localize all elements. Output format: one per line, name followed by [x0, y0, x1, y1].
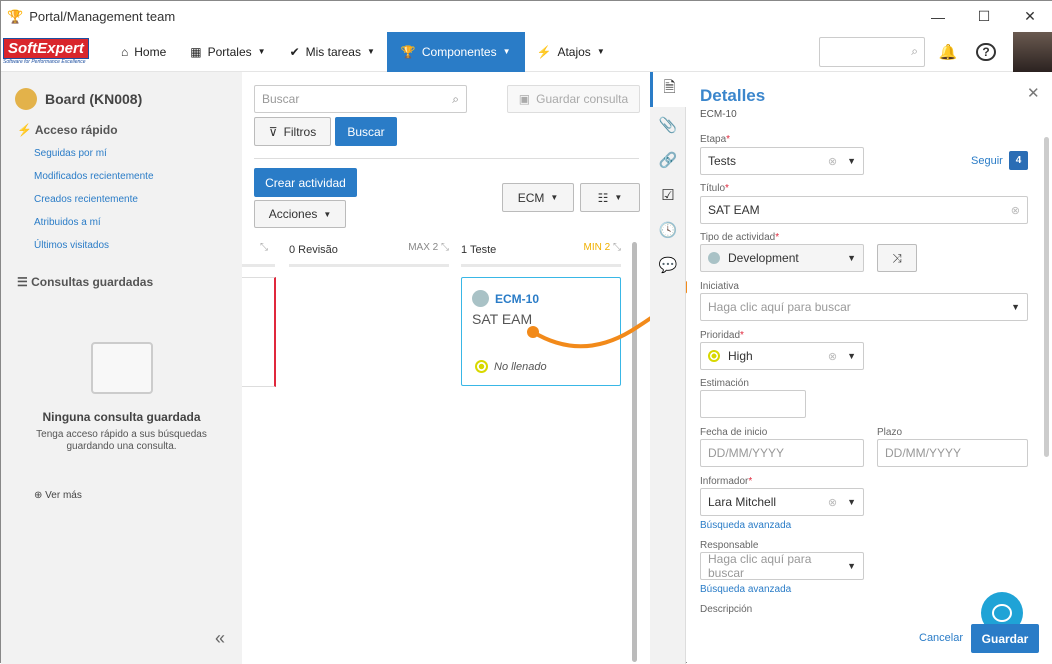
- shuffle-button[interactable]: ⤨: [877, 244, 917, 272]
- bell-icon[interactable]: 🔔: [925, 43, 971, 61]
- deadline-input[interactable]: DD/MM/YYYY: [877, 439, 1028, 467]
- title-input[interactable]: SAT EAM ⊗: [700, 196, 1028, 224]
- comment-tab-icon[interactable]: 💬: [650, 247, 686, 282]
- check-icon: ✔: [289, 44, 300, 59]
- collapse-sidebar-button[interactable]: «: [215, 628, 225, 649]
- filter-lines-icon: ☰: [17, 275, 28, 289]
- filter-icon: ⊽: [268, 124, 278, 139]
- close-icon[interactable]: ✕: [1027, 84, 1040, 102]
- initiative-select[interactable]: Haga clic aquí para buscar ▼: [700, 293, 1028, 321]
- window-title: Portal/Management team: [29, 9, 176, 24]
- link-followed[interactable]: Seguidas por mí: [34, 148, 154, 159]
- cancel-button[interactable]: Cancelar: [919, 632, 963, 644]
- status-dot-icon: [475, 360, 488, 373]
- search-button[interactable]: Buscar: [335, 117, 397, 146]
- attachment-tab-icon[interactable]: 📎: [650, 107, 686, 142]
- responsible-advanced-search[interactable]: Búsqueda avanzada: [700, 584, 791, 595]
- create-activity-button[interactable]: Crear actividad: [254, 168, 357, 197]
- collapse-icon[interactable]: ⤡: [613, 242, 621, 253]
- board-search-input[interactable]: Buscar ⌕: [254, 85, 467, 113]
- nav-home[interactable]: ⌂ Home: [109, 32, 178, 72]
- clock-tab-icon[interactable]: 🕓: [650, 212, 686, 247]
- filters-button[interactable]: ⊽ Filtros: [254, 117, 331, 146]
- save-query-button[interactable]: ▣ Guardar consulta: [507, 85, 640, 113]
- nav-atajos[interactable]: ⚡ Atajos ▼: [525, 32, 617, 72]
- save-button[interactable]: Guardar: [971, 624, 1039, 653]
- details-title: Detalles: [700, 86, 766, 105]
- nav-mis-tareas[interactable]: ✔ Mis tareas ▼: [278, 32, 387, 72]
- save-icon: ▣: [518, 92, 531, 106]
- bolt-icon: ⚡: [536, 44, 552, 59]
- title-bar: 🏆 Portal/Management team — ☐ ✕: [1, 1, 1052, 32]
- minimize-button[interactable]: —: [915, 1, 961, 32]
- avatar[interactable]: [1013, 31, 1052, 72]
- follow-link[interactable]: Seguir: [971, 155, 1003, 167]
- search-input[interactable]: ⌕: [819, 36, 925, 67]
- details-panel: Detalles ✕ ECM-10 Etapa* Tests ⊗ ▼ Seguir …: [687, 72, 1052, 664]
- responsible-select[interactable]: Haga clic aquí para buscar ▼: [700, 552, 864, 580]
- nav-portales[interactable]: ▦ Portales ▼: [178, 32, 277, 72]
- follow-count-badge: 4: [1009, 151, 1028, 170]
- priority-dot-icon: [708, 350, 720, 362]
- board-title: Board (KN008): [45, 91, 143, 107]
- board-area: Buscar ⌕ ▣ Guardar consulta ⊽ Filtros Busca…: [242, 72, 650, 664]
- details-tab-icon[interactable]: 🗎: [650, 72, 686, 107]
- bolt-icon: ⚡: [17, 123, 32, 137]
- details-id: ECM-10: [700, 109, 737, 120]
- link-assigned[interactable]: Atribuidos a mí: [34, 217, 154, 228]
- activity-type-icon: [472, 290, 489, 307]
- column-revisao: 0 Revisão MAX 2 ⤡: [289, 242, 449, 267]
- shuffle-icon: ⤨: [892, 250, 902, 265]
- start-date-input[interactable]: DD/MM/YYYY: [700, 439, 864, 467]
- empty-title: Ninguna consulta guardada: [42, 410, 201, 424]
- trophy-icon: 🏆: [400, 44, 416, 59]
- trophy-icon: 🏆: [7, 8, 24, 24]
- see-more-link[interactable]: ⊕ Ver más: [34, 490, 82, 501]
- grid-icon: ▦: [190, 44, 202, 59]
- stage-select[interactable]: Tests ⊗ ▼: [700, 147, 864, 175]
- help-icon[interactable]: ?: [971, 42, 1001, 61]
- view-options-button[interactable]: ☷ ▼: [580, 183, 640, 212]
- ecm-select[interactable]: ECM ▼: [502, 183, 574, 212]
- empty-text: Tenga acceso rápido a sus búsquedas guar…: [36, 429, 207, 452]
- empty-queries-illustration: [91, 342, 153, 394]
- activity-type-icon: [708, 252, 720, 264]
- checklist-tab-icon[interactable]: ☑: [650, 177, 686, 212]
- close-window-button[interactable]: ✕: [1007, 1, 1052, 32]
- home-icon: ⌂: [121, 44, 129, 59]
- collapse-icon[interactable]: ⤡: [441, 242, 449, 253]
- maximize-button[interactable]: ☐: [961, 1, 1007, 32]
- panel-scrollbar[interactable]: [1044, 137, 1049, 457]
- link-tab-icon[interactable]: 🔗: [650, 142, 686, 177]
- link-modified[interactable]: Modificados recientemente: [34, 171, 154, 182]
- sidebar: Board (KN008) ⚡ Acceso rápido Seguidas p…: [1, 72, 242, 664]
- reporter-advanced-search[interactable]: Búsqueda avanzada: [700, 520, 791, 531]
- activity-type-select[interactable]: Development ▼: [700, 244, 864, 272]
- previous-card[interactable]: [242, 277, 276, 387]
- details-tabs: 🗎 📎 🔗 ☑ 🕓 💬: [650, 72, 686, 664]
- search-icon: ⌕: [452, 91, 459, 106]
- board-icon: [15, 88, 37, 110]
- reporter-select[interactable]: Lara Mitchell ⊗ ▼: [700, 488, 864, 516]
- column-teste: 1 Teste MIN 2 ⤡: [461, 242, 621, 267]
- link-created[interactable]: Creados recientemente: [34, 194, 154, 205]
- top-nav: SoftExpert Software for Performance Exce…: [1, 31, 1052, 72]
- nav-componentes[interactable]: 🏆 Componentes ▼: [386, 31, 525, 72]
- estimate-input[interactable]: [700, 390, 806, 418]
- priority-select[interactable]: High ⊗ ▼: [700, 342, 864, 370]
- link-visited[interactable]: Últimos visitados: [34, 240, 154, 251]
- collapse-icon[interactable]: ⤡: [260, 242, 268, 253]
- chat-icon: [992, 604, 1012, 622]
- actions-button[interactable]: Acciones ▼: [254, 200, 346, 228]
- logo[interactable]: SoftExpert Software for Performance Exce…: [1, 38, 109, 65]
